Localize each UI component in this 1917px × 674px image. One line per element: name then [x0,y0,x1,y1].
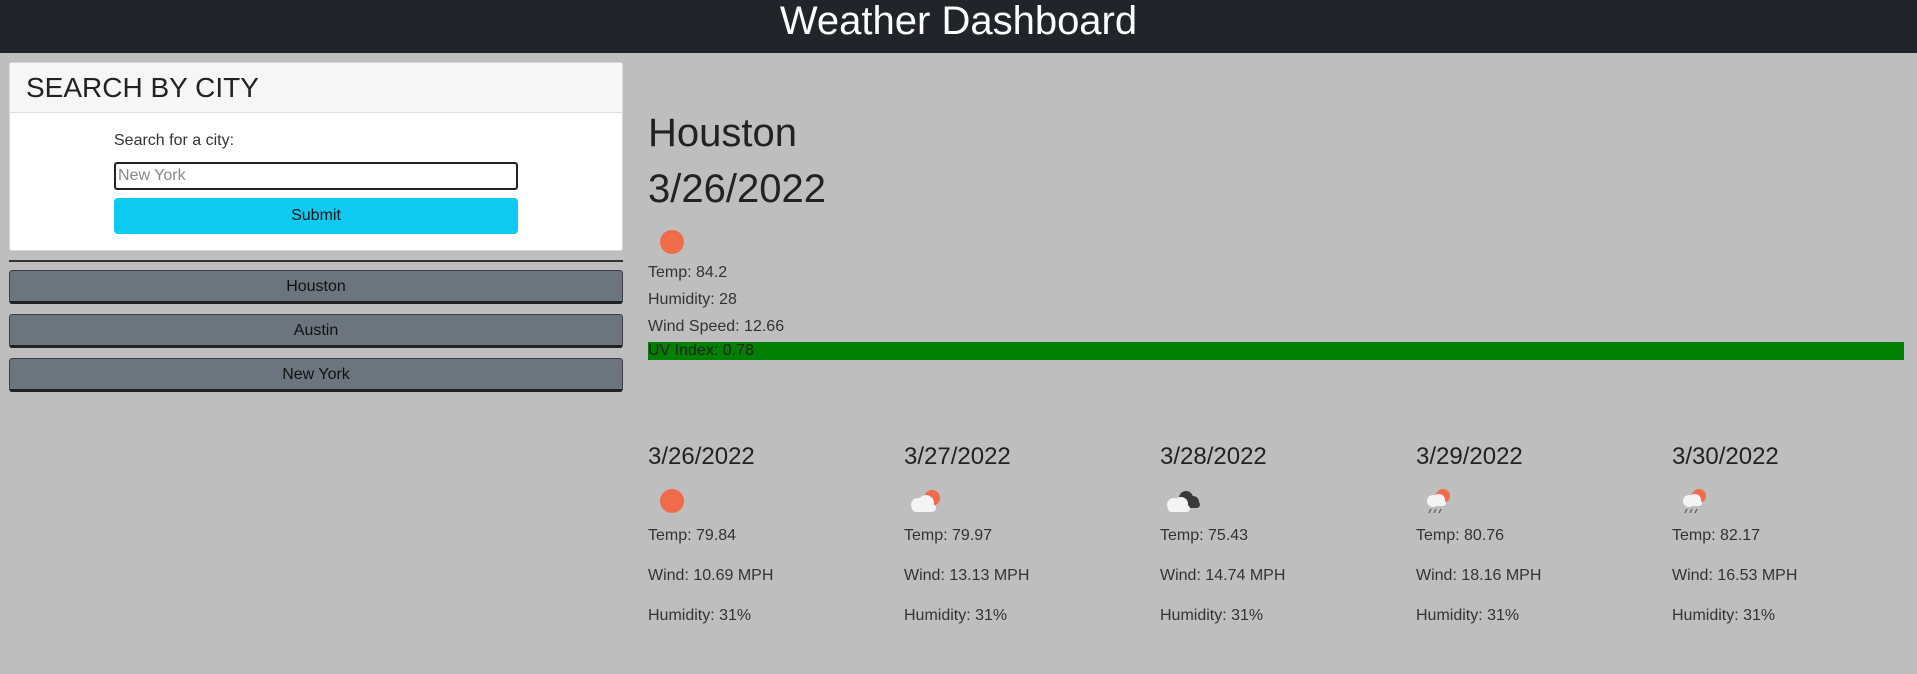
dark-clouds-icon [1160,484,1390,518]
history-button-houston[interactable]: Houston [9,270,623,304]
rain-sun-icon [1672,484,1902,518]
forecast-wind: Wind: 14.74 MPH [1160,567,1286,584]
forecast-humidity: Humidity: 31% [1416,607,1520,624]
forecast-temp: Temp: 79.84 [648,527,737,544]
partly-cloudy-icon [904,484,1134,518]
forecast-date: 3/30/2022 [1672,443,1779,470]
forecast-wind: Wind: 18.16 MPH [1416,567,1542,584]
forecast-temp: Temp: 80.76 [1416,527,1505,544]
forecast-date: 3/29/2022 [1416,443,1523,470]
current-city: Houston [648,111,797,155]
submit-button[interactable]: Submit [114,198,518,234]
page-title: Weather Dashboard [779,0,1138,43]
forecast-wind: Wind: 13.13 MPH [904,567,1030,584]
forecast-humidity: Humidity: 31% [1160,607,1264,624]
uv-index: UV Index: 0.78 [648,342,1904,360]
city-search-input[interactable] [114,162,518,190]
forecast-card: 3/28/2022 Temp: 75.43 Wind: 14.74 MPH Hu… [1160,440,1390,626]
current-humidity: Humidity: 28 [648,291,737,308]
divider [9,260,623,262]
sun-icon [648,484,878,518]
history-button-new-york[interactable]: New York [9,358,623,392]
forecast-humidity: Humidity: 31% [648,607,752,624]
rain-sun-icon [1416,484,1646,518]
search-panel: SEARCH BY CITY Search for a city: Submit [9,62,623,251]
forecast-card: 3/26/2022 Temp: 79.84 Wind: 10.69 MPH Hu… [648,440,878,626]
current-temp: Temp: 84.2 [648,264,728,281]
page-header: Weather Dashboard [0,0,1917,53]
forecast-wind: Wind: 10.69 MPH [648,567,774,584]
search-history: Houston Austin New York [9,270,623,402]
sun-icon [648,225,1904,259]
forecast-date: 3/26/2022 [648,443,755,470]
search-heading: SEARCH BY CITY [10,63,622,113]
search-label: Search for a city: [114,132,235,149]
current-weather: Houston 3/26/2022 Temp: 84.2 Humidity: 2… [648,105,1904,360]
forecast-card: 3/27/2022 Temp: 79.97 Wind: 13.13 MPH Hu… [904,440,1134,626]
forecast-wind: Wind: 16.53 MPH [1672,567,1798,584]
forecast-humidity: Humidity: 31% [1672,607,1776,624]
forecast-temp: Temp: 75.43 [1160,527,1249,544]
current-wind: Wind Speed: 12.66 [648,318,785,335]
history-button-austin[interactable]: Austin [9,314,623,348]
forecast-date: 3/27/2022 [904,443,1011,470]
forecast-date: 3/28/2022 [1160,443,1267,470]
current-date: 3/26/2022 [648,167,826,211]
forecast-card: 3/30/2022 Temp: 82.17 Wind: 16.53 MPH Hu… [1672,440,1902,626]
forecast-card: 3/29/2022 Temp: 80.76 Wind: 18.16 MPH Hu… [1416,440,1646,626]
forecast-humidity: Humidity: 31% [904,607,1008,624]
forecast-temp: Temp: 79.97 [904,527,993,544]
forecast-temp: Temp: 82.17 [1672,527,1761,544]
